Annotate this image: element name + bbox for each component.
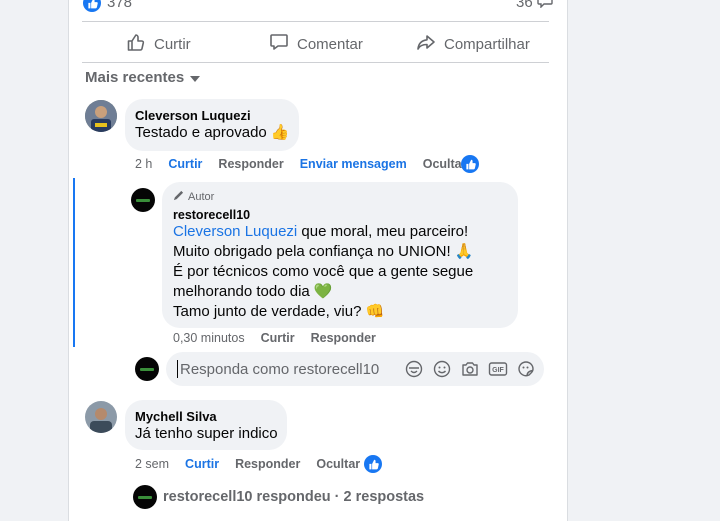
replies-summary: restorecell10 respondeu · 2 respostas — [163, 489, 425, 505]
reply-reply-button[interactable]: Responder — [311, 331, 376, 345]
comment-bubble-icon — [537, 0, 553, 13]
divider-top — [82, 21, 549, 22]
reply-text: Cleverson Luquezi que moral, meu parceir… — [173, 222, 474, 322]
comment-author[interactable]: Mychell Silva — [135, 409, 217, 424]
svg-text:GIF: GIF — [492, 367, 504, 374]
divider-actions — [82, 62, 549, 63]
like-button[interactable]: Curtir — [126, 32, 191, 56]
emoji-icon[interactable] — [432, 359, 452, 379]
reply-line-3: É por técnicos como você que a gente seg… — [173, 263, 474, 280]
avatar-restorecell10-small — [133, 485, 157, 509]
text-cursor — [177, 360, 178, 378]
comments-count[interactable]: 36 — [516, 0, 533, 11]
gif-icon[interactable]: GIF — [488, 359, 508, 379]
comment-reply-button[interactable]: Responder — [235, 457, 300, 471]
avatar-mychell[interactable] — [85, 401, 117, 433]
comment-actions: 2 h Curtir Responder Enviar mensagem Ocu… — [135, 157, 482, 171]
comment-time[interactable]: 2 sem — [135, 457, 169, 471]
reply-input-placeholder: Responda como restorecell10 — [180, 360, 380, 378]
comment-like-reaction-icon[interactable] — [364, 455, 382, 473]
comment-author[interactable]: Cleverson Luquezi — [135, 108, 251, 123]
comment-button-label: Comentar — [297, 35, 363, 53]
share-icon — [416, 32, 436, 56]
reply-thread-line — [73, 178, 75, 347]
camera-icon[interactable] — [460, 359, 480, 379]
reply-input-box[interactable]: Responda como restorecell10 GIF — [166, 352, 544, 386]
comment-hide-button[interactable]: Ocultar — [316, 457, 360, 471]
share-button[interactable]: Compartilhar — [416, 32, 530, 56]
share-button-label: Compartilhar — [444, 35, 530, 53]
view-replies-link[interactable]: restorecell10 respondeu · 2 respostas — [133, 485, 424, 509]
reply-like-button[interactable]: Curtir — [261, 331, 295, 345]
reactions-count[interactable]: 378 — [107, 0, 132, 11]
thumbs-up-icon — [126, 32, 146, 56]
sticker-icon[interactable] — [516, 359, 536, 379]
caret-down-icon — [190, 69, 201, 86]
reply-line-1: que moral, meu parceiro! — [297, 223, 469, 240]
mention-link[interactable]: Cleverson Luquezi — [173, 223, 297, 240]
author-badge: Autor — [173, 190, 214, 204]
comment-bubble: Cleverson Luquezi Testado e aprovado 👍 — [125, 99, 299, 151]
avatar-restorecell10[interactable] — [131, 188, 155, 212]
avatar-sticker-icon[interactable] — [404, 359, 424, 379]
comment-reply-button[interactable]: Responder — [218, 157, 283, 171]
comment-like-button[interactable]: Curtir — [185, 457, 219, 471]
comment-actions: 2 sem Curtir Responder Ocultar — [135, 457, 376, 471]
avatar-cleverson[interactable] — [85, 100, 117, 132]
comment-bubble: Mychell Silva Já tenho super indico — [125, 400, 287, 450]
comment-time[interactable]: 2 h — [135, 157, 152, 171]
comment-button[interactable]: Comentar — [269, 32, 363, 56]
comment-sort-dropdown[interactable]: Mais recentes — [85, 69, 201, 86]
reply-line-5: Tamo junto de verdade, viu? 👊 — [173, 303, 385, 320]
sort-label: Mais recentes — [85, 69, 185, 86]
comment-like-reaction-icon[interactable] — [461, 155, 479, 173]
like-button-label: Curtir — [154, 35, 191, 53]
reply-time[interactable]: 0,30 minutos — [173, 331, 245, 345]
reply-actions: 0,30 minutos Curtir Responder — [173, 331, 392, 345]
author-badge-label: Autor — [188, 191, 215, 203]
comment-like-button[interactable]: Curtir — [168, 157, 202, 171]
comment-hide-button[interactable]: Ocultar — [423, 157, 467, 171]
send-message-button[interactable]: Enviar mensagem — [300, 157, 407, 171]
comment-icon — [269, 32, 289, 56]
pencil-icon — [173, 190, 184, 204]
reply-line-2: Muito obrigado pela confiança no UNION! … — [173, 243, 474, 260]
reply-author[interactable]: restorecell10 — [173, 208, 250, 222]
reply-bubble: Autor restorecell10 Cleverson Luquezi qu… — [162, 182, 518, 328]
avatar-current-user — [135, 357, 159, 381]
reply-line-4: melhorando todo dia 💚 — [173, 283, 333, 300]
comment-text: Testado e aprovado 👍 — [135, 124, 290, 141]
comment-text: Já tenho super indico — [135, 425, 278, 442]
